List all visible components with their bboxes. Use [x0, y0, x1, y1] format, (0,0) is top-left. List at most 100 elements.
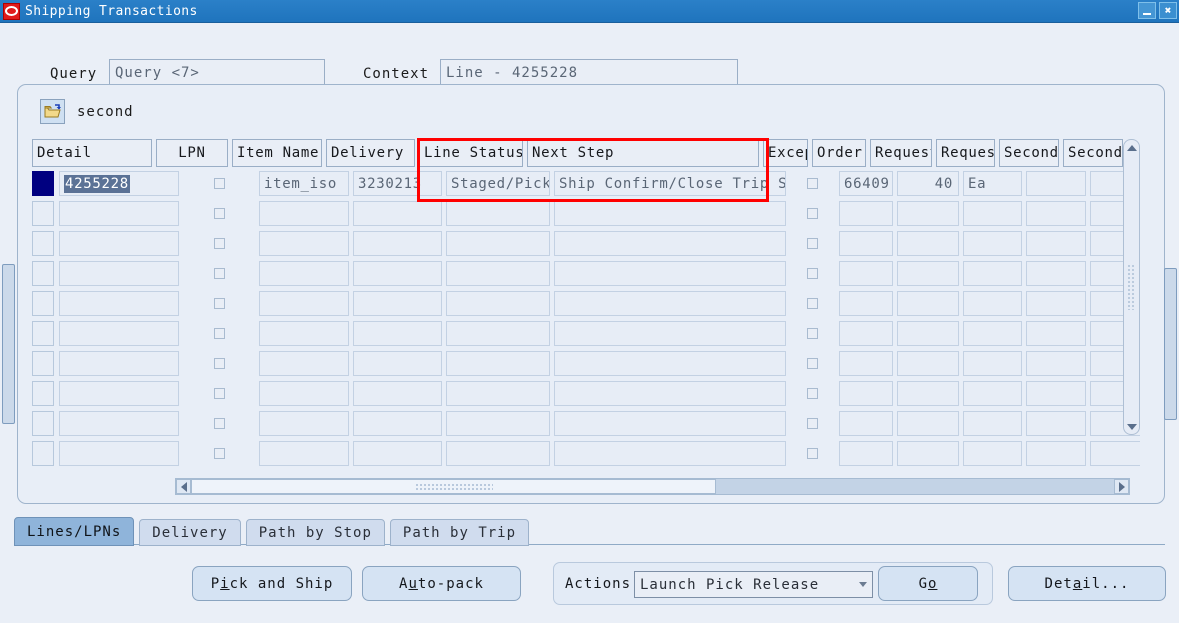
row-checkbox-cell[interactable]: [790, 351, 835, 376]
table-cell[interactable]: [554, 441, 786, 466]
table-cell[interactable]: [897, 441, 959, 466]
table-cell[interactable]: [554, 381, 786, 406]
auto-pack-button[interactable]: Auto-pack: [362, 566, 521, 601]
checkbox[interactable]: [213, 178, 225, 189]
table-cell[interactable]: [1026, 381, 1086, 406]
checkbox[interactable]: [807, 358, 818, 369]
close-button[interactable]: ✖: [1159, 2, 1177, 19]
table-row[interactable]: [32, 201, 1140, 231]
table-cell[interactable]: [897, 381, 959, 406]
checkbox[interactable]: [807, 448, 818, 459]
table-cell[interactable]: [259, 441, 349, 466]
checkbox[interactable]: [807, 178, 818, 189]
row-selector[interactable]: [32, 351, 54, 376]
table-cell[interactable]: [446, 351, 550, 376]
checkbox[interactable]: [807, 298, 818, 309]
table-row[interactable]: [32, 411, 1140, 441]
table-cell[interactable]: [59, 261, 179, 286]
row-selector[interactable]: [32, 291, 54, 316]
table-cell[interactable]: [353, 381, 442, 406]
row-selector[interactable]: [32, 411, 54, 436]
table-cell[interactable]: Staged/Pick: [446, 171, 550, 196]
table-cell[interactable]: [897, 201, 959, 226]
detail-button[interactable]: Detail...: [1008, 566, 1166, 601]
checkbox[interactable]: [213, 418, 225, 429]
table-cell[interactable]: [554, 411, 786, 436]
table-cell[interactable]: [353, 351, 442, 376]
row-selector[interactable]: [32, 261, 54, 286]
table-cell[interactable]: [446, 231, 550, 256]
table-cell[interactable]: [446, 201, 550, 226]
checkbox[interactable]: [213, 208, 225, 219]
hscroll-track[interactable]: [716, 479, 1114, 494]
table-cell[interactable]: [963, 291, 1022, 316]
table-cell[interactable]: [897, 291, 959, 316]
table-cell[interactable]: [839, 261, 893, 286]
checkbox[interactable]: [213, 328, 225, 339]
row-checkbox-cell[interactable]: [790, 231, 835, 256]
folder-open-icon[interactable]: [40, 99, 65, 124]
table-cell[interactable]: [554, 351, 786, 376]
row-selector[interactable]: [32, 381, 54, 406]
row-selector[interactable]: [32, 321, 54, 346]
row-checkbox-cell[interactable]: [790, 381, 835, 406]
table-cell[interactable]: [897, 351, 959, 376]
table-row[interactable]: [32, 231, 1140, 261]
table-cell[interactable]: [259, 291, 349, 316]
row-checkbox-cell[interactable]: [790, 261, 835, 286]
table-cell[interactable]: [897, 261, 959, 286]
table-cell[interactable]: [839, 411, 893, 436]
table-cell[interactable]: [963, 381, 1022, 406]
row-checkbox-cell[interactable]: [790, 291, 835, 316]
row-selector[interactable]: [32, 171, 54, 196]
triangle-left-icon[interactable]: [176, 479, 191, 494]
table-cell[interactable]: [446, 441, 550, 466]
checkbox[interactable]: [807, 328, 818, 339]
table-cell[interactable]: [259, 381, 349, 406]
table-cell[interactable]: [59, 411, 179, 436]
table-cell[interactable]: [353, 261, 442, 286]
table-cell[interactable]: [59, 231, 179, 256]
triangle-down-icon[interactable]: [1124, 419, 1139, 434]
checkbox[interactable]: [213, 238, 225, 249]
row-checkbox-cell[interactable]: [183, 351, 255, 376]
query-input[interactable]: Query <7>: [109, 59, 325, 86]
triangle-up-icon[interactable]: [1124, 140, 1139, 155]
context-input[interactable]: Line - 4255228: [440, 59, 738, 86]
table-cell[interactable]: [897, 411, 959, 436]
checkbox[interactable]: [213, 448, 225, 459]
table-cell[interactable]: [839, 441, 893, 466]
actions-select[interactable]: Launch Pick Release: [634, 571, 873, 598]
table-cell[interactable]: [353, 291, 442, 316]
hscroll-thumb[interactable]: [191, 479, 716, 494]
row-selector[interactable]: [32, 441, 54, 466]
tab-path-by-trip[interactable]: Path by Trip: [389, 519, 530, 546]
row-checkbox-cell[interactable]: [183, 261, 255, 286]
table-cell[interactable]: 40: [897, 171, 959, 196]
table-cell[interactable]: [353, 321, 442, 346]
row-selector[interactable]: [32, 231, 54, 256]
table-cell[interactable]: [1026, 351, 1086, 376]
vscroll-track[interactable]: [1124, 155, 1139, 419]
grid-column-header[interactable]: Detail: [32, 139, 152, 167]
table-cell[interactable]: [1026, 231, 1086, 256]
row-checkbox-cell[interactable]: [790, 321, 835, 346]
table-cell[interactable]: Ea: [963, 171, 1022, 196]
table-cell[interactable]: [259, 411, 349, 436]
table-cell[interactable]: [259, 351, 349, 376]
table-cell[interactable]: [259, 261, 349, 286]
grid-vertical-scrollbar[interactable]: [1123, 139, 1140, 435]
table-cell[interactable]: [1026, 291, 1086, 316]
table-cell[interactable]: [259, 231, 349, 256]
table-cell[interactable]: [963, 231, 1022, 256]
table-cell[interactable]: [446, 321, 550, 346]
row-checkbox-cell[interactable]: [183, 411, 255, 436]
checkbox[interactable]: [213, 358, 225, 369]
table-cell[interactable]: [963, 411, 1022, 436]
table-cell[interactable]: [963, 441, 1022, 466]
grid-horizontal-scrollbar[interactable]: [175, 478, 1130, 495]
row-checkbox-cell[interactable]: [183, 171, 255, 196]
triangle-right-icon[interactable]: [1114, 479, 1129, 494]
grid-column-header[interactable]: Line Status: [419, 139, 523, 167]
table-row[interactable]: [32, 261, 1140, 291]
